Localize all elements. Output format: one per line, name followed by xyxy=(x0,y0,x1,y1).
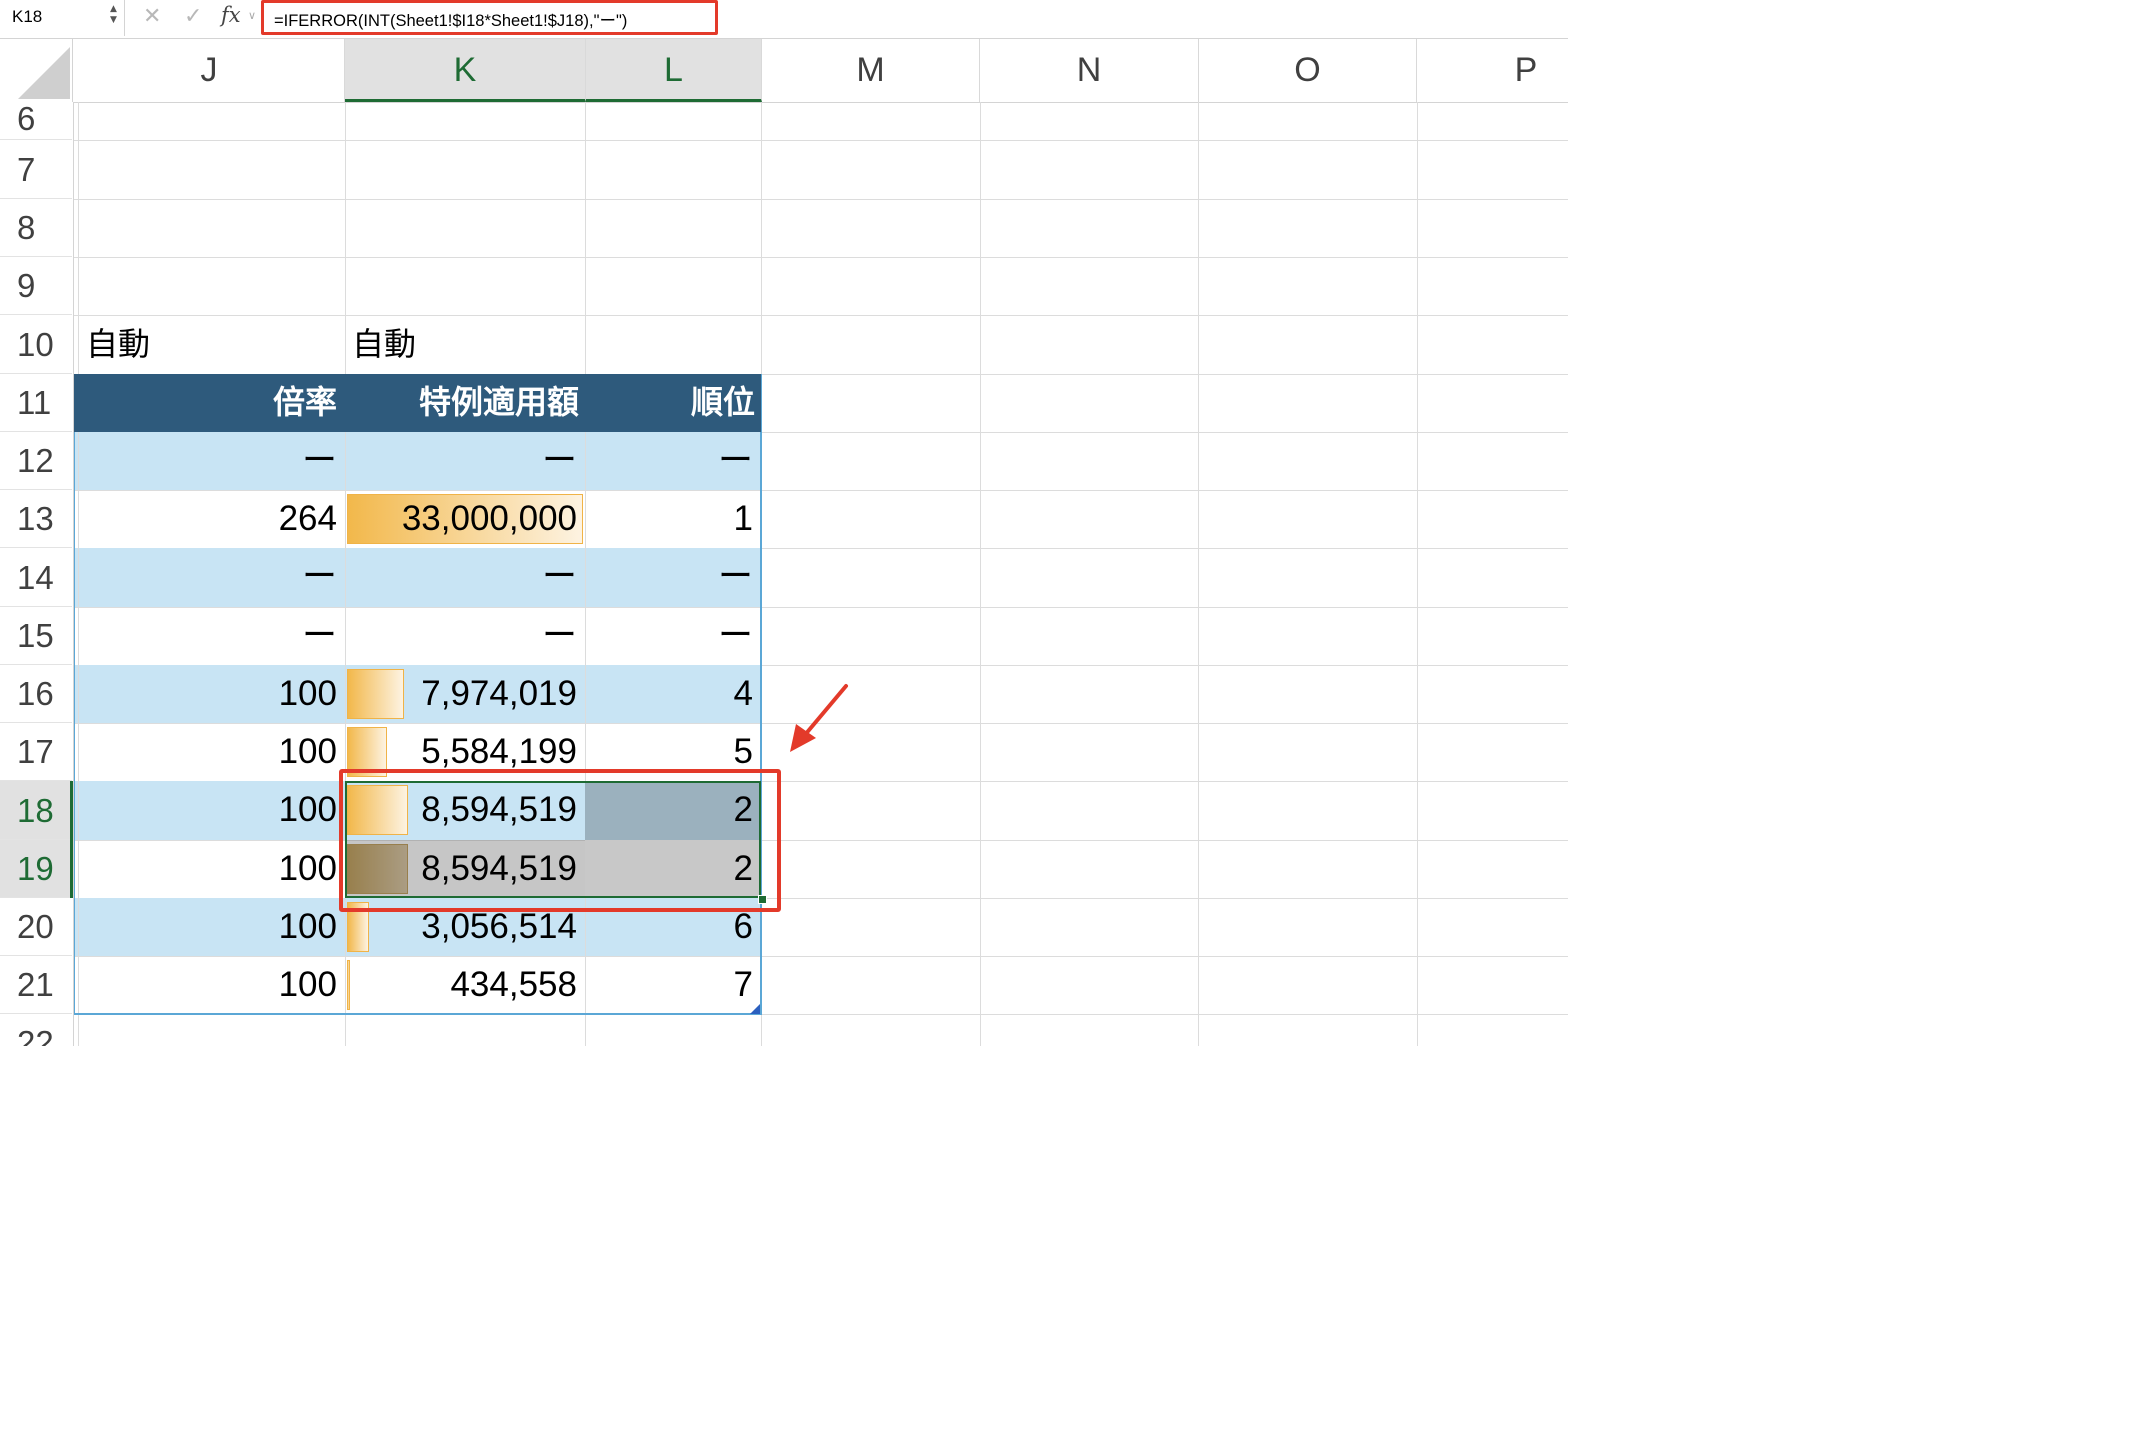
row-header-13[interactable]: 13 xyxy=(0,490,72,548)
column-header-n[interactable]: N xyxy=(980,39,1199,102)
cell-k14[interactable]: ー xyxy=(345,548,585,606)
header-special-amount[interactable]: 特例適用額 xyxy=(345,374,579,432)
column-header-j[interactable]: J xyxy=(74,39,345,102)
cell-k21[interactable]: 434,558 xyxy=(345,956,585,1014)
row-header-15[interactable]: 15 xyxy=(0,607,72,665)
cell-l14[interactable]: ー xyxy=(585,548,761,606)
cell-l12[interactable]: ー xyxy=(585,432,761,490)
row-header-8[interactable]: 8 xyxy=(0,199,72,257)
column-header-o[interactable]: O xyxy=(1199,39,1417,102)
formula-annotation-box xyxy=(261,0,718,35)
name-box-spinner-icon[interactable]: ▲ ▼ xyxy=(110,4,117,26)
formula-bar: K18 ▲ ▼ ✕ ✓ fx ∨ =IFERROR(INT(Sheet1!$I18… xyxy=(0,0,1568,39)
row-header-21[interactable]: 21 xyxy=(0,956,72,1014)
row-header-16[interactable]: 16 xyxy=(0,665,72,723)
row-header-6[interactable]: 6 xyxy=(0,82,72,140)
cell-k12[interactable]: ー xyxy=(345,432,585,490)
row-header-18[interactable]: 18 xyxy=(0,781,72,840)
cell-j19[interactable]: 100 xyxy=(74,840,345,898)
cell-l15[interactable]: ー xyxy=(585,607,761,665)
column-header-bar: J K L M N O P xyxy=(0,39,1568,103)
header-rank[interactable]: 順位 xyxy=(585,374,755,432)
cell-j20[interactable]: 100 xyxy=(74,898,345,956)
column-header-k[interactable]: K xyxy=(345,39,586,102)
row-header-17[interactable]: 17 xyxy=(0,723,72,781)
header-multiplier[interactable]: 倍率 xyxy=(74,374,337,432)
spreadsheet-window: K18 ▲ ▼ ✕ ✓ fx ∨ =IFERROR(INT(Sheet1!$I18… xyxy=(0,0,1568,1046)
cell-j18[interactable]: 100 xyxy=(74,781,345,839)
row-header-20[interactable]: 20 xyxy=(0,898,72,956)
cell-l16[interactable]: 4 xyxy=(585,665,761,723)
cell-j14[interactable]: ー xyxy=(74,548,345,606)
cell-k13[interactable]: 33,000,000 xyxy=(345,490,585,548)
cell-j12[interactable]: ー xyxy=(74,432,345,490)
cell-l13[interactable]: 1 xyxy=(585,490,761,548)
cancel-icon[interactable]: ✕ xyxy=(143,4,161,29)
cell-j21[interactable]: 100 xyxy=(74,956,345,1014)
row-selection-indicator xyxy=(70,781,73,898)
name-box[interactable]: K18 ▲ ▼ xyxy=(0,0,125,36)
column-header-m[interactable]: M xyxy=(762,39,980,102)
row-header-12[interactable]: 12 xyxy=(0,432,72,490)
cell-k16[interactable]: 7,974,019 xyxy=(345,665,585,723)
row-header-11[interactable]: 11 xyxy=(0,374,72,432)
cell-j10[interactable]: 自動 xyxy=(74,315,345,373)
cell-j16[interactable]: 100 xyxy=(74,665,345,723)
cell-j13[interactable]: 264 xyxy=(74,490,345,548)
row-header-7[interactable]: 7 xyxy=(0,140,72,199)
row-header-10[interactable]: 10 xyxy=(0,315,72,374)
name-box-value: K18 xyxy=(12,7,43,26)
row-header-19[interactable]: 19 xyxy=(0,840,72,898)
cell-k15[interactable]: ー xyxy=(345,607,585,665)
table-header-row: 倍率 特例適用額 順位 xyxy=(74,374,761,432)
cell-j17[interactable]: 100 xyxy=(74,723,345,781)
cell-l21[interactable]: 7 xyxy=(585,956,761,1014)
chevron-down-icon[interactable]: ∨ xyxy=(248,9,256,22)
cell-j15[interactable]: ー xyxy=(74,607,345,665)
row-header-bar: 6 7 8 9 10 11 12 13 14 15 16 17 18 19 20… xyxy=(0,100,74,1046)
confirm-check-icon[interactable]: ✓ xyxy=(184,4,202,29)
column-header-l[interactable]: L xyxy=(586,39,762,102)
selection-annotation-box xyxy=(339,769,781,912)
row-header-9[interactable]: 9 xyxy=(0,257,72,315)
row-header-14[interactable]: 14 xyxy=(0,548,72,607)
cell-grid[interactable]: 自動 自動 倍率 特例適用額 順位 ー ー ー 264 33,000,000 1… xyxy=(74,102,1568,1046)
column-header-p[interactable]: P xyxy=(1417,39,1568,102)
cell-k10[interactable]: 自動 xyxy=(340,315,580,373)
annotation-arrow-icon xyxy=(790,684,848,752)
row-header-22[interactable]: 22 xyxy=(0,1014,72,1046)
insert-function-icon[interactable]: fx xyxy=(221,3,241,27)
